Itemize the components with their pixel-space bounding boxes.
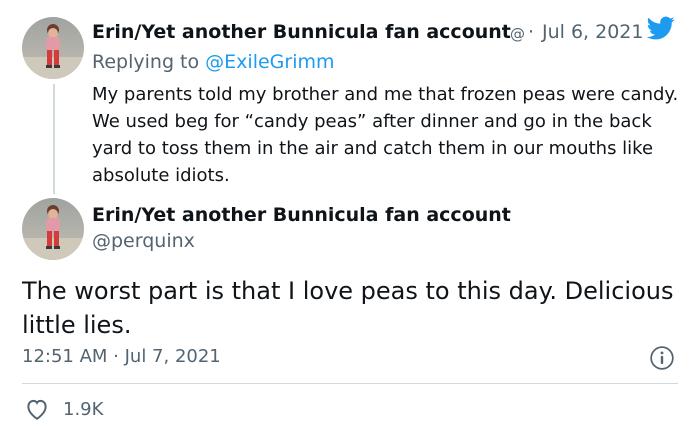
- parent-date[interactable]: Jul 6, 2021: [542, 21, 644, 43]
- reply-context: Replying to @ExileGrimm: [92, 51, 335, 73]
- main-avatar[interactable]: [22, 198, 84, 260]
- tweet-timestamp[interactable]: 12:51 AM · Jul 7, 2021: [22, 346, 221, 367]
- like-count: 1.9K: [63, 398, 104, 420]
- parent-tweet-text: My parents told my brother and me that f…: [92, 84, 679, 186]
- twitter-bird-icon[interactable]: [646, 14, 676, 42]
- parent-display-name[interactable]: Erin/Yet another Bunnicula fan account: [92, 21, 511, 43]
- parent-handle[interactable]: @: [510, 25, 525, 43]
- main-display-name[interactable]: Erin/Yet another Bunnicula fan account: [92, 204, 511, 226]
- parent-separator: ·: [528, 21, 535, 43]
- heart-icon: [27, 399, 47, 420]
- reply-prefix: Replying to: [92, 51, 200, 73]
- thread-connector: [53, 84, 55, 194]
- reply-to-link[interactable]: @ExileGrimm: [205, 51, 334, 73]
- like-button[interactable]: 1.9K: [24, 397, 103, 421]
- parent-avatar[interactable]: [22, 17, 84, 79]
- info-icon[interactable]: [649, 345, 675, 371]
- main-handle[interactable]: @perquinx: [92, 230, 195, 252]
- main-tweet-text: The worst part is that I love peas to th…: [22, 277, 674, 339]
- action-divider: [22, 383, 678, 384]
